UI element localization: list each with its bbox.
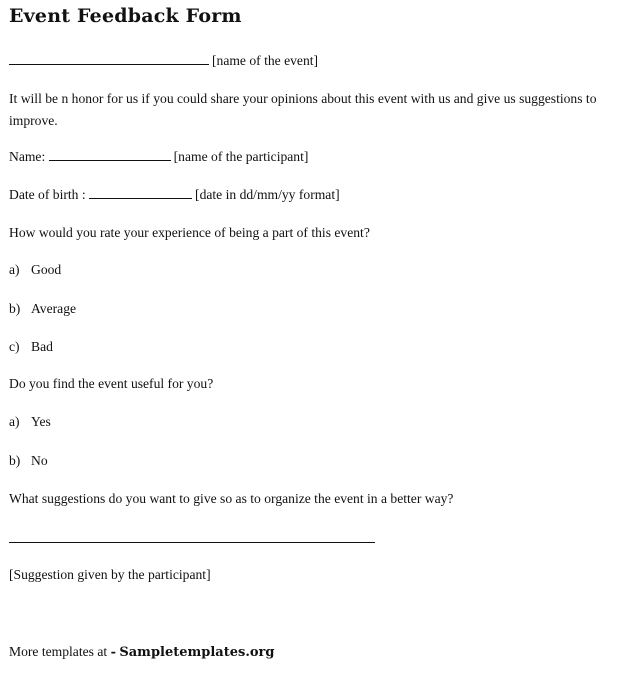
- option-no[interactable]: b) No: [9, 453, 48, 469]
- footer-separator: -: [110, 645, 116, 660]
- option-marker: b): [9, 453, 21, 468]
- name-row: Name: [name of the participant]: [9, 148, 308, 165]
- option-label: Average: [31, 301, 77, 316]
- dob-label: Date of birth :: [9, 187, 86, 202]
- suggestion-blank[interactable]: [9, 542, 375, 543]
- option-label: Good: [31, 262, 62, 277]
- option-marker: c): [9, 339, 20, 354]
- name-label: Name:: [9, 149, 46, 164]
- option-marker: a): [9, 262, 20, 277]
- suggestion-hint: [Suggestion given by the participant]: [9, 567, 211, 582]
- option-marker: a): [9, 414, 20, 429]
- question-rating: How would you rate your experience of be…: [9, 225, 370, 240]
- dob-row: Date of birth : [date in dd/mm/yy format…: [9, 186, 340, 203]
- option-yes[interactable]: a) Yes: [9, 414, 51, 430]
- question-suggestions: What suggestions do you want to give so …: [9, 491, 454, 506]
- intro-text: It will be n honor for us if you could s…: [9, 91, 597, 128]
- dob-hint: [date in dd/mm/yy format]: [195, 187, 340, 202]
- option-label: Bad: [31, 339, 53, 354]
- event-name-hint: [name of the event]: [212, 53, 319, 68]
- option-label: No: [31, 453, 48, 468]
- option-marker: b): [9, 301, 21, 316]
- dob-blank[interactable]: [89, 186, 193, 199]
- page-title: Event Feedback Form: [9, 5, 242, 27]
- footer: More templates at - Sampletemplates.org: [9, 644, 274, 661]
- name-blank[interactable]: [48, 148, 171, 161]
- event-name-blank[interactable]: [9, 52, 209, 65]
- option-good[interactable]: a) Good: [9, 262, 61, 278]
- question-useful: Do you find the event useful for you?: [9, 376, 214, 391]
- option-label: Yes: [31, 414, 51, 429]
- name-hint: [name of the participant]: [173, 149, 309, 164]
- option-bad[interactable]: c) Bad: [9, 339, 53, 355]
- option-average[interactable]: b) Average: [9, 301, 76, 317]
- event-name-row: [name of the event]: [9, 52, 318, 69]
- footer-link[interactable]: Sampletemplates.org: [119, 645, 274, 660]
- footer-prefix: More templates at: [9, 644, 108, 659]
